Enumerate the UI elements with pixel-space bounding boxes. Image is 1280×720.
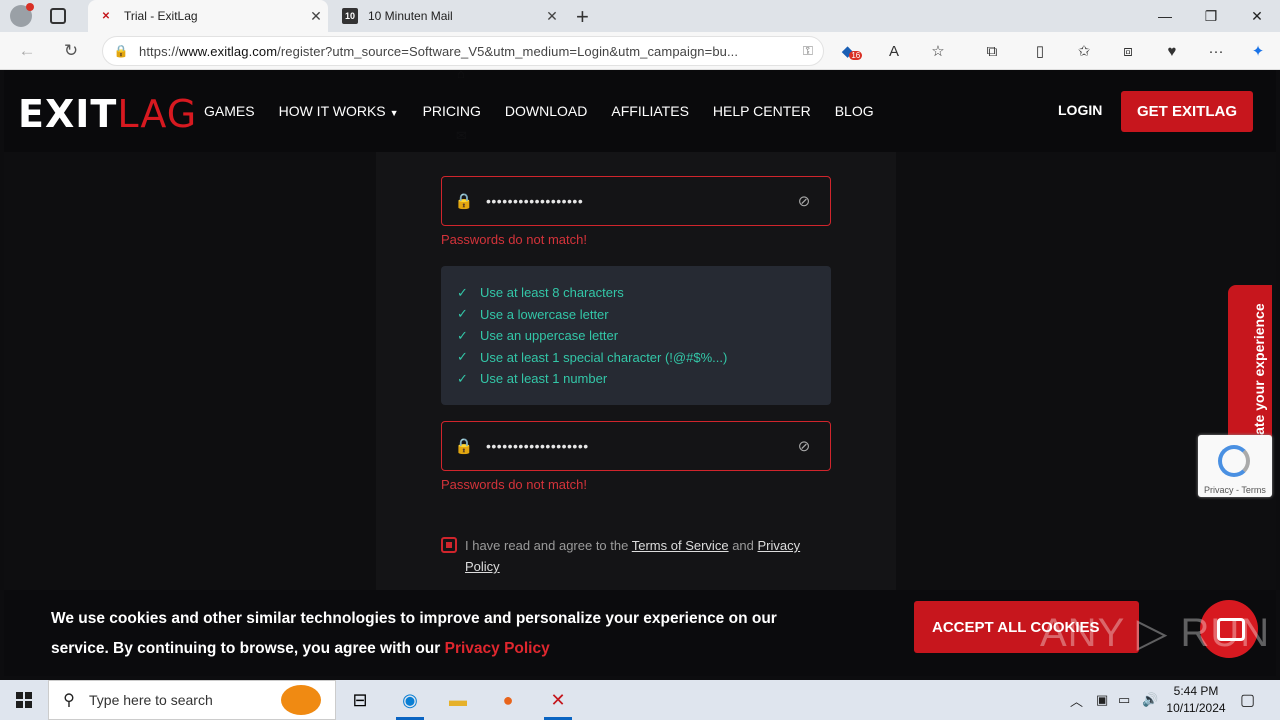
key-icon[interactable]: ⚿	[793, 43, 823, 59]
profile-icon[interactable]	[10, 3, 34, 27]
exitlag-favicon-icon: ✕	[101, 10, 111, 22]
chevron-down-icon: ▼	[389, 108, 399, 118]
favorites-icon[interactable]: ✩	[1074, 41, 1094, 61]
nav-games[interactable]: GAMES	[204, 103, 255, 119]
terms-text: I have read and agree to the Terms of Se…	[465, 538, 801, 574]
recaptcha-links[interactable]: Privacy - Terms	[1204, 485, 1266, 495]
browser-tab-bar: ✕ Trial - ExitLag ✕ 10 10 Minuten Mail ✕…	[0, 0, 1280, 32]
tab-exitlag[interactable]: ✕ Trial - ExitLag ✕	[88, 0, 328, 32]
exitlag-app-icon[interactable]: ✕	[534, 680, 582, 720]
clock[interactable]: 5:44 PM 10/11/2024	[1160, 683, 1232, 717]
more-menu-icon[interactable]: ···	[1206, 41, 1226, 61]
check-icon: ✓	[457, 349, 468, 365]
main-nav: GAMES HOW IT WORKS ▼ PRICING DOWNLOAD AFF…	[204, 103, 898, 119]
nav-download[interactable]: DOWNLOAD	[505, 103, 587, 119]
favorite-star-icon[interactable]: ☆	[928, 41, 948, 61]
list-item: ✓ Use at least 1 number	[457, 370, 608, 387]
nav-how-it-works[interactable]: HOW IT WORKS ▼	[279, 103, 399, 119]
tab-title: 10 Minuten Mail	[368, 9, 453, 23]
terms-link[interactable]: Terms of Service	[632, 538, 729, 553]
confirm-password-value: •••••••••••••••••••	[486, 438, 589, 454]
minimize-icon[interactable]: —	[1142, 0, 1188, 32]
close-tab-icon[interactable]: ✕	[304, 8, 328, 25]
task-view-icon[interactable]: ⊟	[336, 680, 384, 720]
restore-icon[interactable]: ❐	[1188, 0, 1234, 32]
network-icon[interactable]: ▭	[1118, 680, 1130, 720]
cookie-privacy-link[interactable]: Privacy Policy	[445, 640, 550, 657]
cookie-message: We use cookies and other similar technol…	[51, 610, 777, 657]
pumpkin-icon	[281, 685, 321, 715]
lock-icon: 🔒	[454, 438, 474, 455]
password-error: Passwords do not match!	[441, 232, 587, 247]
search-placeholder: Type here to search	[89, 692, 213, 708]
new-tab-icon[interactable]: +	[576, 4, 589, 30]
password-requirements: ✓ Use at least 8 characters ✓ Use a lowerc…	[441, 266, 831, 405]
exitlag-register-page: ⌂ ✉ 🔒 •••••••••••••••••• ⊘ Passwords do …	[4, 70, 1276, 676]
site-header: EXITLAG GAMES HOW IT WORKS ▼ PRICING DOWN…	[4, 70, 1276, 152]
login-link[interactable]: LOGIN	[1058, 102, 1102, 118]
close-window-icon[interactable]: ✕	[1234, 0, 1280, 32]
anyrun-watermark: ANY ▷ RUN	[1040, 611, 1271, 655]
check-icon: ✓	[457, 370, 468, 386]
url-field[interactable]: 🔒 https://www.exitlag.com/register?utm_s…	[102, 36, 824, 66]
rate-experience-tab[interactable]: Rate your experience	[1228, 285, 1272, 459]
copilot-icon[interactable]: ✦	[1248, 41, 1268, 61]
taskbar-search[interactable]: ⚲ Type here to search	[48, 680, 336, 720]
address-bar-row: ← ↻ 🔒 https://www.exitlag.com/register?u…	[0, 32, 1280, 70]
list-item: ✓ Use at least 8 characters	[457, 284, 624, 301]
firefox-icon[interactable]: ●	[484, 680, 532, 720]
tray-device-icon[interactable]: ▣	[1096, 680, 1108, 720]
list-item: ✓ Use an uppercase letter	[457, 327, 619, 344]
shield-extension-icon[interactable]: ◆ 16	[842, 41, 863, 61]
url-text: https://www.exitlag.com/register?utm_sou…	[139, 43, 739, 59]
tray-chevron-icon[interactable]: ︿	[1070, 680, 1083, 720]
refresh-icon[interactable]: ↻	[60, 40, 82, 62]
10-minuten-mail-favicon-icon: 10	[342, 8, 358, 24]
lock-icon[interactable]: 🔒	[103, 44, 139, 58]
edge-icon[interactable]: ◉	[386, 680, 434, 720]
check-icon: ✓	[457, 327, 468, 343]
confirm-password-input[interactable]: 🔒 ••••••••••••••••••• ⊘	[441, 421, 831, 471]
close-tab-icon[interactable]: ✕	[540, 8, 564, 25]
nav-help-center[interactable]: HELP CENTER	[713, 103, 811, 119]
terms-agreement: I have read and agree to the Terms of Se…	[441, 535, 831, 577]
recaptcha-icon	[1218, 445, 1250, 477]
hide-password-icon[interactable]: ⊘	[778, 437, 830, 455]
windows-start-icon[interactable]	[0, 680, 48, 720]
check-icon: ✓	[457, 284, 468, 300]
list-item: ✓ Use a lowercase letter	[457, 306, 609, 322]
file-explorer-icon[interactable]: ▬	[434, 680, 482, 720]
password-input[interactable]: 🔒 •••••••••••••••••• ⊘	[441, 176, 831, 226]
notifications-icon[interactable]: ▢	[1240, 680, 1255, 720]
password-value: ••••••••••••••••••	[486, 193, 584, 209]
tab-title: Trial - ExitLag	[124, 9, 198, 23]
get-exitlag-button[interactable]: GET EXITLAG	[1121, 91, 1253, 132]
collections-icon[interactable]: ⧈	[1118, 41, 1138, 61]
nav-affiliates[interactable]: AFFILIATES	[611, 103, 689, 119]
search-icon: ⚲	[63, 692, 75, 709]
tab-10-minuten-mail[interactable]: 10 10 Minuten Mail ✕	[332, 0, 564, 32]
back-icon[interactable]: ←	[16, 40, 38, 62]
performance-icon[interactable]: ♥	[1162, 41, 1182, 61]
windows-taskbar: ⚲ Type here to search ⊟ ◉ ▬ ● ✕ ︿ ▣ ▭ 🔊 …	[0, 680, 1280, 720]
check-icon: ✓	[457, 306, 468, 322]
split-screen-icon[interactable]: ▯	[1030, 41, 1050, 61]
nav-blog[interactable]: BLOG	[835, 103, 874, 119]
list-item: ✓ Use at least 1 special character (!@#$%…	[457, 349, 728, 365]
read-aloud-icon[interactable]: A	[884, 41, 904, 61]
exitlag-logo[interactable]: EXITLAG	[18, 92, 197, 136]
extensions-icon[interactable]: ⧉	[982, 41, 1002, 61]
hide-password-icon[interactable]: ⊘	[778, 192, 830, 210]
recaptcha-badge[interactable]: Privacy - Terms	[1198, 435, 1272, 497]
confirm-password-error: Passwords do not match!	[441, 477, 587, 492]
lock-icon: 🔒	[454, 193, 474, 210]
tab-actions-icon[interactable]	[50, 8, 66, 24]
extension-badge: 16	[849, 50, 863, 60]
nav-pricing[interactable]: PRICING	[423, 103, 481, 119]
volume-icon[interactable]: 🔊	[1142, 680, 1158, 720]
terms-checkbox[interactable]	[441, 537, 457, 553]
